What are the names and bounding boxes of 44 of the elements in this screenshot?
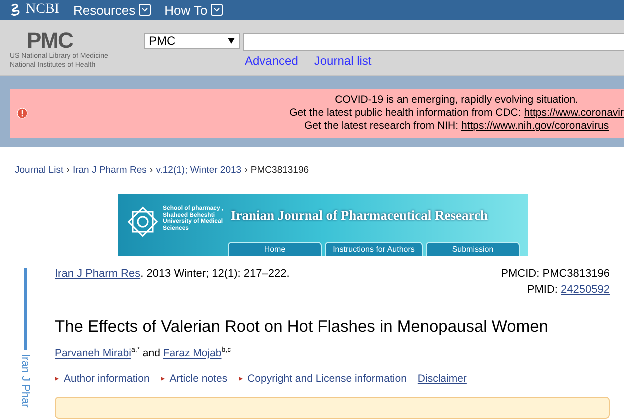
database-select[interactable]: PMC <box>144 33 240 49</box>
breadcrumb-separator: › <box>244 165 248 176</box>
pmid-link[interactable]: 24250592 <box>561 284 610 296</box>
section-toggle[interactable]: Copyright and License information <box>248 372 407 384</box>
menu-button[interactable]: Resources <box>73 2 151 18</box>
banner-tab[interactable]: Home <box>228 242 322 256</box>
dropdown-icon[interactable] <box>138 4 151 16</box>
alert-text: COVID-19 is an emerging, rapidly evolving situation. <box>335 94 578 107</box>
breadcrumb-link[interactable]: Journal List <box>15 165 64 176</box>
breadcrumb-link[interactable]: Iran J Pharm Res <box>72 165 147 176</box>
banner-tab[interactable]: Submission <box>426 242 520 256</box>
alert-text: Get the latest research from NIH: https://www.nih.gov/coronavirus <box>304 120 610 133</box>
dropdown-icon[interactable] <box>210 4 223 16</box>
article-title: The Effects of Valerian Root on Hot Flashes in Menopausal Women <box>55 318 550 337</box>
authors-line: Parvaneh Mirabi$^{a,*}$ and Faraz Mojab$^{b,c}$ <box>55 347 232 360</box>
breadcrumb-separator: › <box>66 165 70 176</box>
ncbi-logo[interactable]: NCBI <box>10 2 60 18</box>
citation-text: Iran J Pharm Res. 2013 Winter; 12(1): 217–222. <box>55 268 290 282</box>
banner-tab[interactable]: Instructions for Authors <box>325 242 423 256</box>
journal-title: Iranian Journal of Pharmaceutical Research <box>231 208 489 224</box>
alert-link[interactable]: https://www.coronavir <box>524 107 624 119</box>
section-toggle[interactable]: Article notes <box>170 372 228 384</box>
alert-text: Get the latest public health information from CDC: https://www.coronavir <box>290 107 624 120</box>
alert-icon <box>17 108 28 119</box>
breadcrumb-link[interactable]: v.12(1); Winter 2013 <box>156 165 242 176</box>
journal-link[interactable]: Iran J Pharm Res <box>55 268 141 280</box>
triangle-icon <box>160 376 165 380</box>
header-link[interactable]: Advanced <box>245 54 298 68</box>
pmid-text: PMID: 24250592 <box>527 284 610 296</box>
alert-link[interactable]: https://www.nih.gov/coronavirus <box>461 120 610 132</box>
disclaimer-link[interactable]: Disclaimer <box>418 372 467 384</box>
search-field[interactable] <box>243 33 624 51</box>
section-toggle[interactable]: Author information <box>64 372 150 384</box>
breadcrumb-current: PMC3813196 <box>250 165 310 176</box>
author-link[interactable]: Parvaneh Mirabi <box>55 348 132 360</box>
dropdown-arrow-icon <box>228 38 235 44</box>
side-label: Iran J Phar <box>20 354 32 408</box>
header-link[interactable]: Journal list <box>314 54 372 68</box>
triangle-icon <box>55 376 59 380</box>
pmcid-text: PMCID: PMC3813196 <box>501 268 610 280</box>
menu-button[interactable]: How To <box>164 2 223 18</box>
triangle-icon <box>238 376 243 380</box>
author-link[interactable]: Faraz Mojab <box>163 348 222 360</box>
breadcrumb-separator: › <box>150 165 154 176</box>
